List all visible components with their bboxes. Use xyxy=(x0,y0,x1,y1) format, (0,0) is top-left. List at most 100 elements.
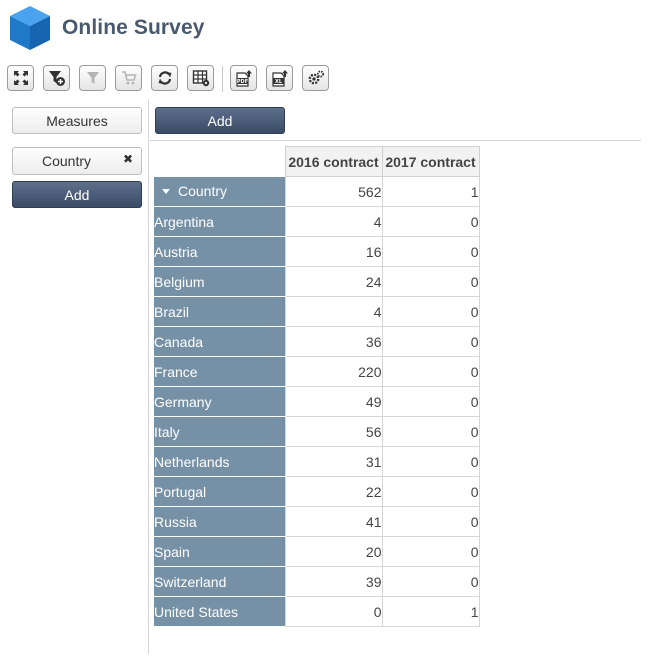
measures-label: Measures xyxy=(46,112,108,129)
row-header: United States xyxy=(154,596,285,627)
svg-text:PDF: PDF xyxy=(236,79,247,85)
table-cell: 220 xyxy=(284,356,383,387)
table-row: Austria 16 0 xyxy=(154,236,480,267)
add-filter-icon xyxy=(48,71,65,86)
table-cell: 36 xyxy=(284,326,383,357)
table-cell: 0 xyxy=(284,596,383,627)
row-header: Portugal xyxy=(154,476,285,507)
row-header: Argentina xyxy=(154,206,285,237)
table-cell: 16 xyxy=(284,236,383,267)
table-cell: 0 xyxy=(381,206,480,237)
export-pdf-button[interactable]: PDF xyxy=(230,65,257,91)
filter-icon xyxy=(86,72,99,84)
table-row: Switzerland 39 0 xyxy=(154,566,480,597)
settings-icon xyxy=(308,70,324,85)
table-cell: 39 xyxy=(284,566,383,597)
table-row: France 220 0 xyxy=(154,356,480,387)
table-cell: 41 xyxy=(284,506,383,537)
settings-button[interactable] xyxy=(302,65,329,91)
table-row: Argentina 4 0 xyxy=(154,206,480,237)
add-filter-button[interactable] xyxy=(43,65,70,91)
row-header: Russia xyxy=(154,506,285,537)
row-header: Brazil xyxy=(154,296,285,327)
table-row: Belgium 24 0 xyxy=(154,266,480,297)
cart-icon xyxy=(121,71,137,85)
table-cell: 0 xyxy=(381,506,480,537)
add-dimension-button[interactable]: Add xyxy=(12,181,142,208)
table-cell: 0 xyxy=(381,536,480,567)
toolbar-separator xyxy=(222,66,223,92)
table-cell: 0 xyxy=(381,356,480,387)
add-dimension-label: Add xyxy=(64,186,90,203)
table-cell: 20 xyxy=(284,536,383,567)
pivot-total-row: Country 562 1 xyxy=(154,176,480,207)
table-cell: 1 xyxy=(381,596,480,627)
cart-button[interactable] xyxy=(115,65,142,91)
table-cell: 0 xyxy=(381,296,480,327)
pivot-header-row: 2016 contract 2017 contract xyxy=(154,146,480,177)
table-row: Netherlands 31 0 xyxy=(154,446,480,477)
row-header-country[interactable]: Country xyxy=(154,176,285,207)
panel-divider-vertical xyxy=(148,99,149,654)
export-pdf-icon: PDF xyxy=(235,70,252,87)
export-excel-button[interactable]: XL xyxy=(266,65,293,91)
row-header: Canada xyxy=(154,326,285,357)
table-cell: 0 xyxy=(381,566,480,597)
filter-button[interactable] xyxy=(79,65,106,91)
table-cell: 49 xyxy=(284,386,383,417)
table-cell: 22 xyxy=(284,476,383,507)
table-row: Russia 41 0 xyxy=(154,506,480,537)
table-row: United States 0 1 xyxy=(154,596,480,627)
table-cell: 0 xyxy=(381,236,480,267)
caret-down-icon[interactable] xyxy=(162,189,170,195)
table-cell: 56 xyxy=(284,416,383,447)
panel-divider-horizontal xyxy=(150,140,641,141)
column-header[interactable]: 2017 contract xyxy=(381,146,480,177)
table-row: Germany 49 0 xyxy=(154,386,480,417)
row-header: France xyxy=(154,356,285,387)
add-column-label: Add xyxy=(207,112,233,129)
table-row: Brazil 4 0 xyxy=(154,296,480,327)
pivot-corner xyxy=(154,147,285,177)
row-header: Switzerland xyxy=(154,566,285,597)
add-column-button[interactable]: Add xyxy=(155,107,285,134)
row-header: Austria xyxy=(154,236,285,267)
app-header: Online Survey xyxy=(8,2,205,54)
dimension-chip-country[interactable]: Country ✖ xyxy=(12,147,142,175)
table-cell: 4 xyxy=(284,206,383,237)
table-row: Italy 56 0 xyxy=(154,416,480,447)
table-cell: 24 xyxy=(284,266,383,297)
table-cell: 0 xyxy=(381,416,480,447)
measures-button[interactable]: Measures xyxy=(12,107,142,134)
column-header[interactable]: 2016 contract xyxy=(284,146,383,177)
table-cell: 4 xyxy=(284,296,383,327)
table-cell: 0 xyxy=(381,386,480,417)
table-cell: 0 xyxy=(381,476,480,507)
row-header: Spain xyxy=(154,536,285,567)
table-cell: 562 xyxy=(284,176,383,207)
svg-text:XL: XL xyxy=(274,79,282,85)
fullscreen-icon xyxy=(13,71,28,85)
row-header-label: Country xyxy=(178,183,228,200)
table-cell: 0 xyxy=(381,446,480,477)
fullscreen-button[interactable] xyxy=(7,65,34,91)
row-header: Italy xyxy=(154,416,285,447)
row-header: Netherlands xyxy=(154,446,285,477)
table-cell: 0 xyxy=(381,266,480,297)
table-settings-icon xyxy=(192,70,209,87)
table-row: Portugal 22 0 xyxy=(154,476,480,507)
refresh-button[interactable] xyxy=(151,65,178,91)
table-cell: 1 xyxy=(381,176,480,207)
pivot-table: 2016 contract 2017 contract Country 562 … xyxy=(154,146,480,627)
table-cell: 31 xyxy=(284,446,383,477)
cube-logo-icon xyxy=(10,6,50,50)
table-settings-button[interactable] xyxy=(187,65,214,91)
refresh-icon xyxy=(158,71,171,85)
close-icon[interactable]: ✖ xyxy=(123,152,133,166)
table-row: Spain 20 0 xyxy=(154,536,480,567)
export-excel-icon: XL xyxy=(271,70,288,87)
row-header: Belgium xyxy=(154,266,285,297)
table-cell: 0 xyxy=(381,326,480,357)
app-title: Online Survey xyxy=(62,16,205,39)
dimension-chip-label: Country xyxy=(42,153,92,169)
